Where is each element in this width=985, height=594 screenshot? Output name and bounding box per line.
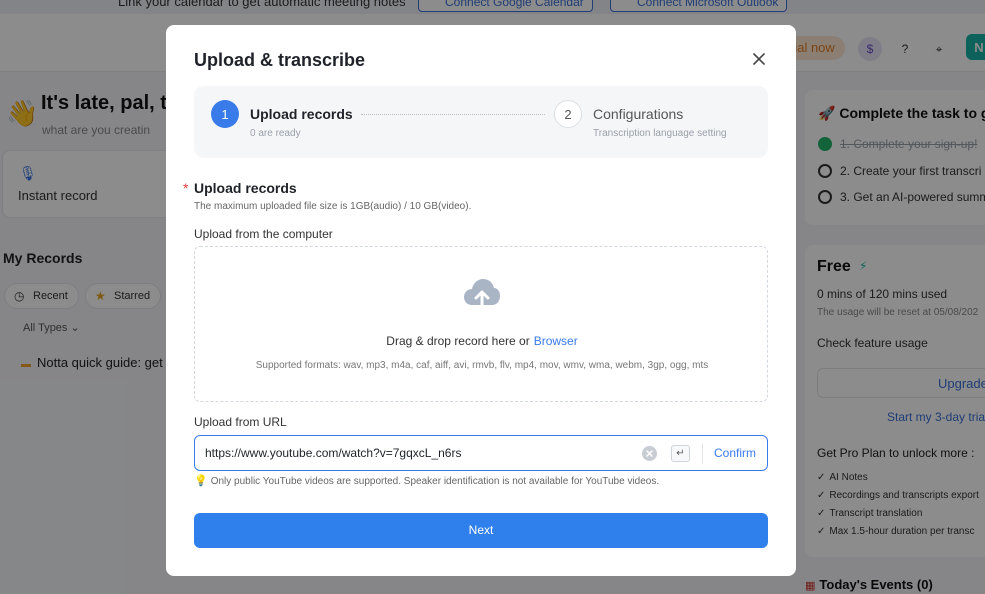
step-2-label: Configurations: [593, 106, 684, 122]
step-1-sub: 0 are ready: [250, 128, 301, 139]
section-subtitle: The maximum uploaded file size is 1GB(au…: [194, 201, 472, 212]
supported-formats: Supported formats: wav, mp3, m4a, caf, a…: [255, 360, 709, 371]
required-mark: *: [183, 180, 189, 196]
file-dropzone[interactable]: Drag & drop record here or Browser Suppor…: [194, 246, 768, 402]
next-button[interactable]: Next: [194, 513, 768, 548]
step-1-number: 1: [211, 100, 239, 128]
browse-link[interactable]: Browser: [534, 334, 578, 348]
step-2-number: 2: [554, 100, 582, 128]
stepper: 1 Upload records 0 are ready 2 Configura…: [194, 86, 768, 158]
upload-computer-label: Upload from the computer: [194, 227, 333, 241]
clear-icon[interactable]: [642, 446, 657, 461]
cloud-upload-icon: [462, 277, 502, 313]
step-2-sub: Transcription language setting: [593, 128, 727, 139]
confirm-button[interactable]: Confirm: [714, 446, 756, 460]
url-hint-text: Only public YouTube videos are supported…: [210, 476, 660, 487]
upload-url-label: Upload from URL: [194, 415, 287, 429]
step-connector: [361, 114, 545, 115]
step-1-label: Upload records: [250, 106, 353, 122]
drop-instructions: Drag & drop record here or Browser: [195, 334, 769, 348]
drop-text: Drag & drop record here or: [386, 334, 530, 348]
section-title: Upload records: [194, 180, 297, 196]
enter-key-icon: ↵: [671, 445, 690, 462]
upload-transcribe-dialog: Upload & transcribe 1 Upload records 0 a…: [166, 25, 796, 576]
url-input[interactable]: [205, 446, 635, 460]
url-input-group: ↵ Confirm: [194, 435, 768, 471]
lightbulb-icon: 💡: [194, 475, 208, 487]
close-icon[interactable]: [749, 49, 769, 69]
dialog-title: Upload & transcribe: [194, 50, 366, 70]
url-hint: 💡 Only public YouTube videos are supporte…: [194, 474, 659, 487]
divider: [702, 444, 703, 464]
